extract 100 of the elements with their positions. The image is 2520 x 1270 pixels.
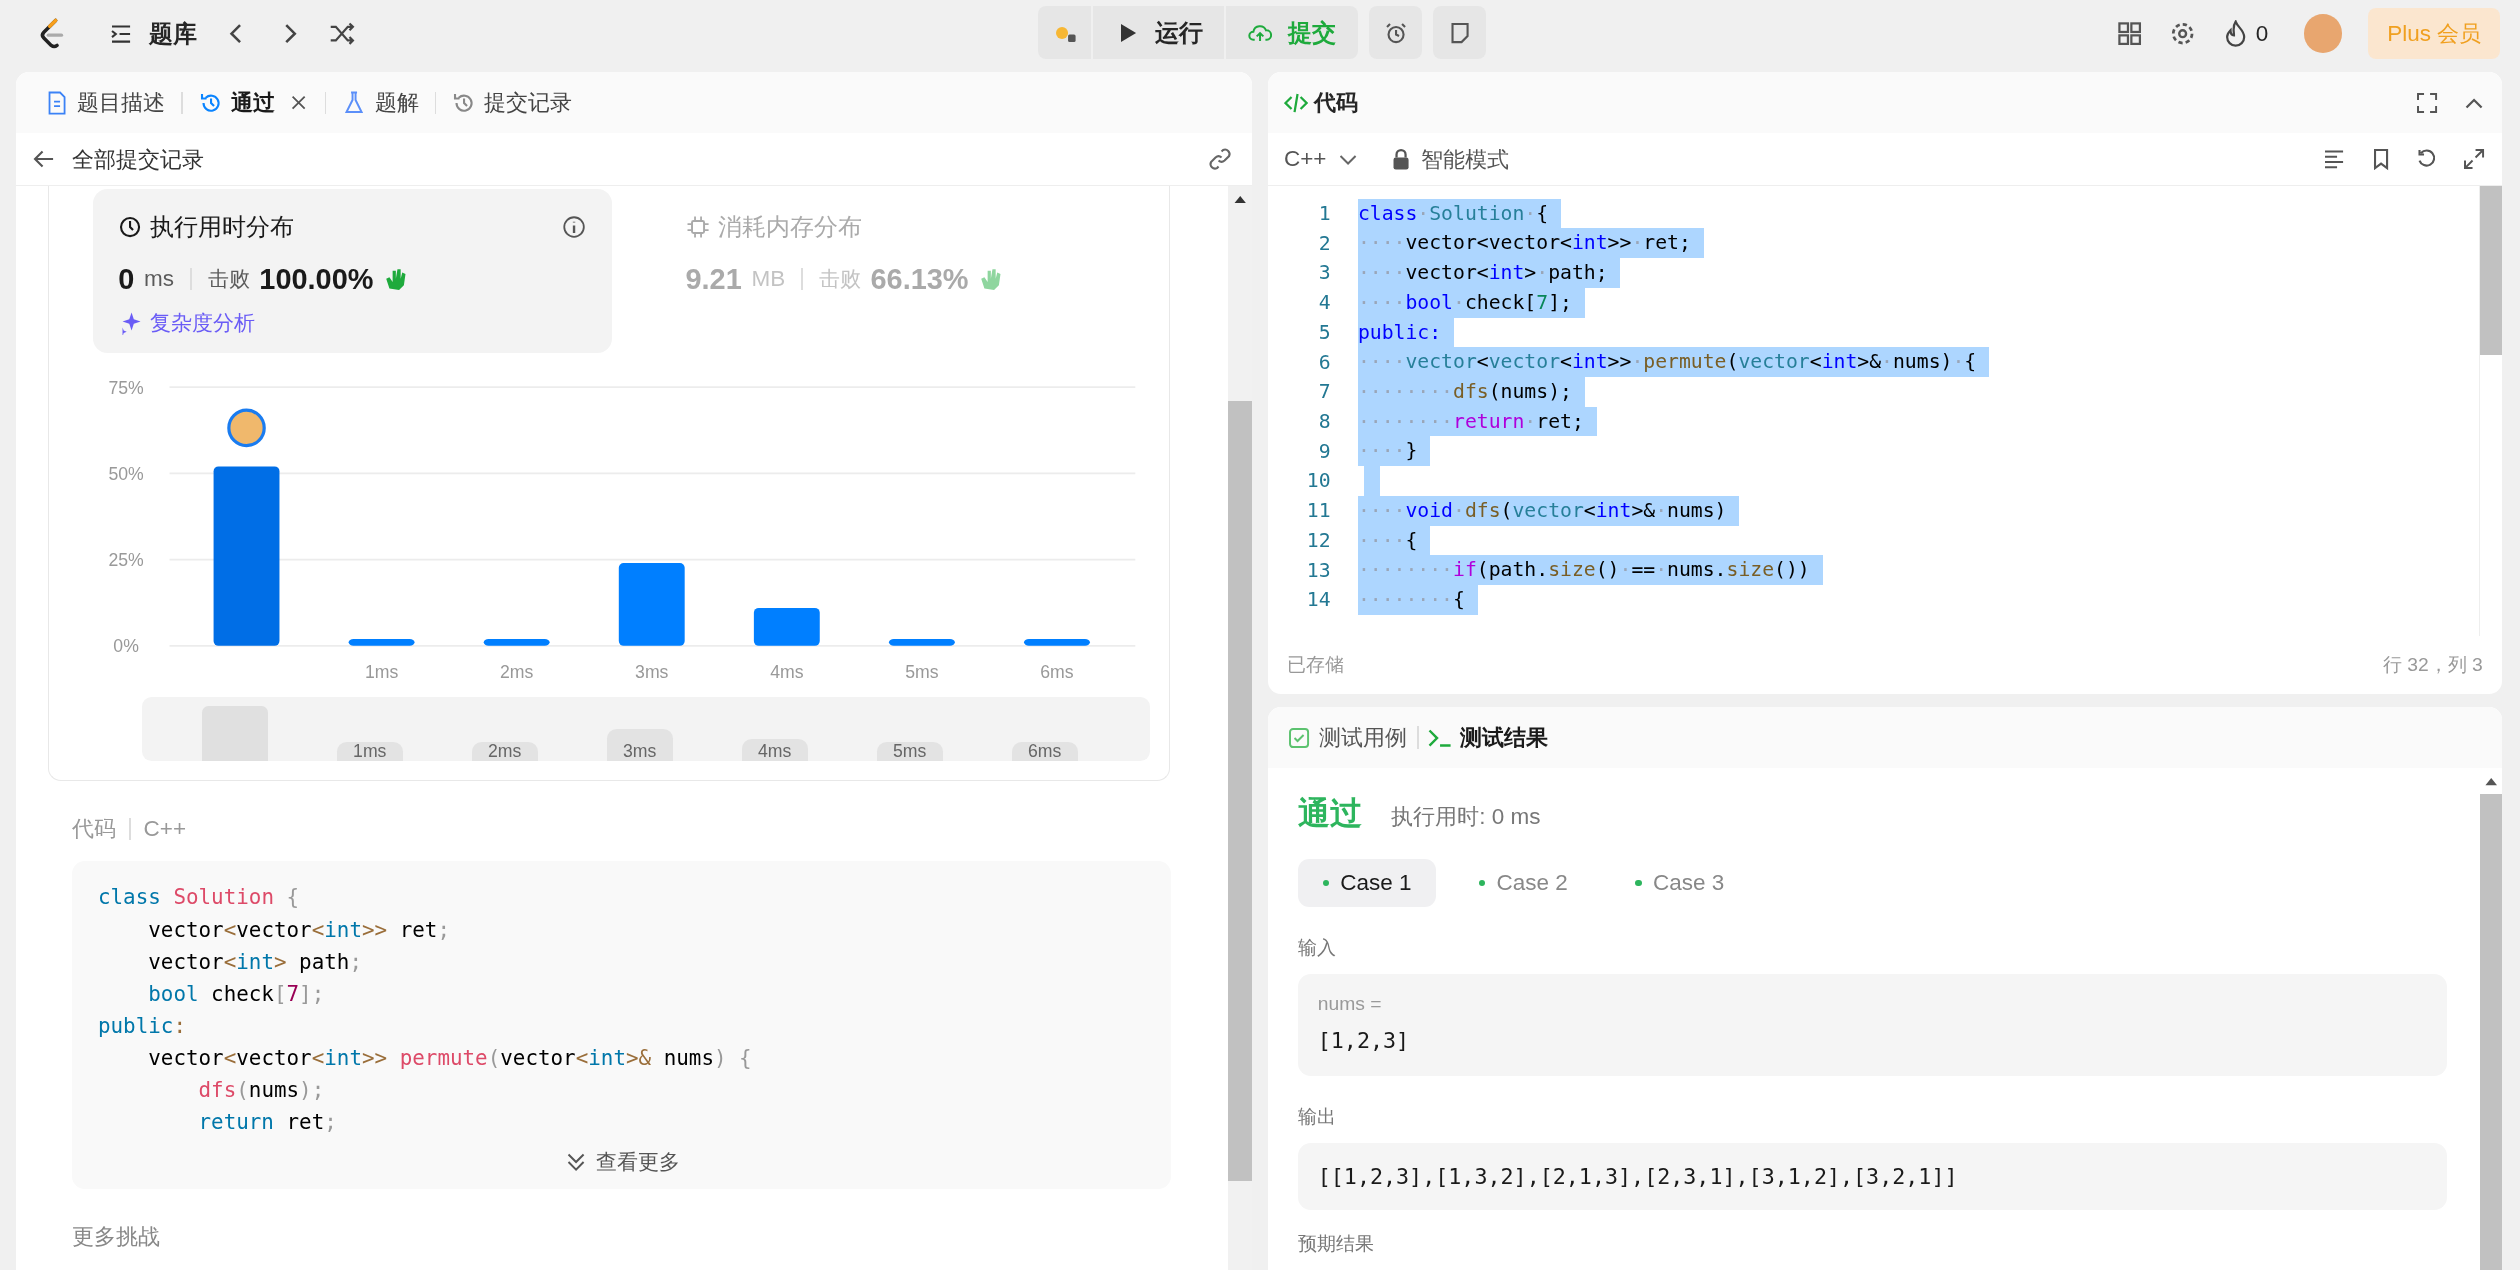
field-label: 预期结果 <box>1298 1232 1376 1257</box>
field-label: 输入 <box>1298 936 1338 961</box>
section-title: 更多挑战 <box>72 1223 162 1252</box>
line-number: 2 <box>1317 231 1332 255</box>
line-number: 13 <box>1305 558 1332 582</box>
line-number: 5 <box>1317 320 1332 344</box>
complexity-analysis-link[interactable]: 复杂度分析 <box>118 308 256 337</box>
run-button[interactable]: 运行 <box>1092 6 1225 60</box>
code-line: dfs(nums); <box>197 1077 325 1105</box>
panel-tab[interactable]: 通过 <box>192 87 316 119</box>
line-number: 14 <box>1305 588 1332 612</box>
stat-unit: MB <box>751 266 786 293</box>
line-number: 6 <box>1317 350 1332 374</box>
minimap-label: 6ms <box>1011 741 1078 762</box>
line-number: 3 <box>1317 261 1332 285</box>
code-line: class Solution { <box>98 884 300 912</box>
panel-tab[interactable]: 测试用例 <box>1287 722 1408 754</box>
expand-icon[interactable] <box>2461 147 2487 172</box>
fullscreen-icon[interactable] <box>2415 90 2440 115</box>
cursor-position: 行 32，列 3 <box>2382 653 2483 678</box>
user-avatar-marker <box>227 408 266 447</box>
x-axis-label: 5ms <box>905 661 939 682</box>
beats-label: 击败 <box>818 266 861 293</box>
alarm-button[interactable] <box>1369 6 1423 60</box>
beats-label: 击败 <box>207 266 250 293</box>
bar[interactable] <box>348 638 415 646</box>
minimap-label: 1ms <box>336 741 403 762</box>
code-label: 代码 <box>72 815 117 844</box>
stat-unit: ms <box>144 266 174 293</box>
y-axis-label: 0% <box>113 635 140 656</box>
panel-tab[interactable]: 提交记录 <box>445 87 579 119</box>
stat-title: 消耗内存分布 <box>717 212 862 243</box>
field-label: 输出 <box>1298 1104 1338 1129</box>
code-line: bool check[7]; <box>147 980 325 1008</box>
mode-label[interactable]: 智能模式 <box>1421 143 1510 175</box>
line-number: 9 <box>1317 439 1332 463</box>
scrollbar-thumb[interactable] <box>2479 185 2503 355</box>
streak-count: 0 <box>2255 20 2269 47</box>
language-label: C++ <box>143 815 187 842</box>
bar[interactable] <box>754 607 820 646</box>
grid-icon[interactable] <box>2116 20 2144 48</box>
line-number: 4 <box>1317 291 1332 315</box>
beats-percent: 100.00% <box>259 262 374 296</box>
bar[interactable] <box>483 638 550 646</box>
code-line: public: <box>98 1012 186 1040</box>
scroll-up-icon[interactable] <box>2483 776 2499 786</box>
case-tab[interactable]: Case 1 <box>1298 858 1436 907</box>
line-number: 11 <box>1305 499 1332 523</box>
line-number: 1 <box>1317 202 1332 225</box>
chip-icon <box>685 215 710 240</box>
link-icon[interactable] <box>1208 147 1233 172</box>
panel-tab[interactable]: 题解 <box>335 87 425 119</box>
show-more-button[interactable]: 查看更多 <box>563 1148 680 1177</box>
panel-title: 代码 <box>1314 89 1359 118</box>
scrollbar[interactable] <box>1227 185 1252 1270</box>
x-axis-label: 3ms <box>635 661 669 682</box>
info-icon[interactable] <box>561 215 586 240</box>
back-link[interactable]: 全部提交记录 <box>32 143 205 175</box>
x-axis-label: 4ms <box>770 661 804 682</box>
output-value: [[1,2,3],[1,3,2],[2,1,3],[2,3,1],[3,1,2],[3,2,1]] <box>1317 1163 1959 1189</box>
y-axis-label: 50% <box>108 463 144 484</box>
minimap-label: 5ms <box>876 741 943 762</box>
x-axis-label: 1ms <box>365 661 399 682</box>
variable-name: nums = <box>1317 993 1383 1016</box>
note-button[interactable] <box>1433 6 1487 60</box>
y-axis-label: 25% <box>108 549 144 570</box>
bar[interactable] <box>1024 638 1091 646</box>
bar[interactable] <box>889 638 955 646</box>
panel-tab[interactable]: 题目描述 <box>38 87 172 119</box>
line-number: 10 <box>1305 469 1332 493</box>
case-tab[interactable]: Case 2 <box>1454 858 1592 907</box>
save-status: 已存储 <box>1287 653 1345 678</box>
minimap-label: 2ms <box>471 741 538 762</box>
scroll-up-icon[interactable] <box>1232 193 1247 204</box>
code-line: vector<vector<int>> permute(vector<int>& nums) { <box>147 1045 752 1073</box>
result-status: 通过 <box>1298 794 1363 834</box>
code-line: return ret; <box>197 1109 337 1137</box>
stat-value: 0 <box>118 262 135 296</box>
case-tab[interactable]: Case 3 <box>1611 858 1749 907</box>
input-value: [1,2,3] <box>1317 1028 1411 1054</box>
x-axis-label: 2ms <box>500 661 534 682</box>
x-axis-label: 6ms <box>1040 661 1074 682</box>
problem-list-button[interactable]: 题库 <box>109 17 198 50</box>
clock-icon <box>118 215 143 240</box>
runtime-text: 执行用时: 0 ms <box>1391 803 1541 832</box>
line-number: 7 <box>1317 380 1332 404</box>
language-dropdown[interactable]: C++ <box>1283 146 1361 173</box>
line-number: 8 <box>1317 410 1332 433</box>
panel-tab[interactable]: 测试结果 <box>1428 722 1549 754</box>
beats-percent: 66.13% <box>870 262 969 296</box>
scrollbar-thumb[interactable] <box>1227 401 1252 1181</box>
stat-value: 9.21 <box>685 262 742 296</box>
line-number: 12 <box>1305 528 1332 552</box>
minimap-bar <box>201 706 268 762</box>
checkbox-icon <box>1287 725 1312 750</box>
stat-panel[interactable]: 执行用时分布 0 ms 击败 100.00% 复杂度分析 <box>92 189 612 353</box>
scrollbar[interactable] <box>2478 185 2503 636</box>
minimap-label: 3ms <box>606 728 673 762</box>
stat-title: 执行用时分布 <box>150 212 295 243</box>
minimap-label: 4ms <box>741 739 808 762</box>
